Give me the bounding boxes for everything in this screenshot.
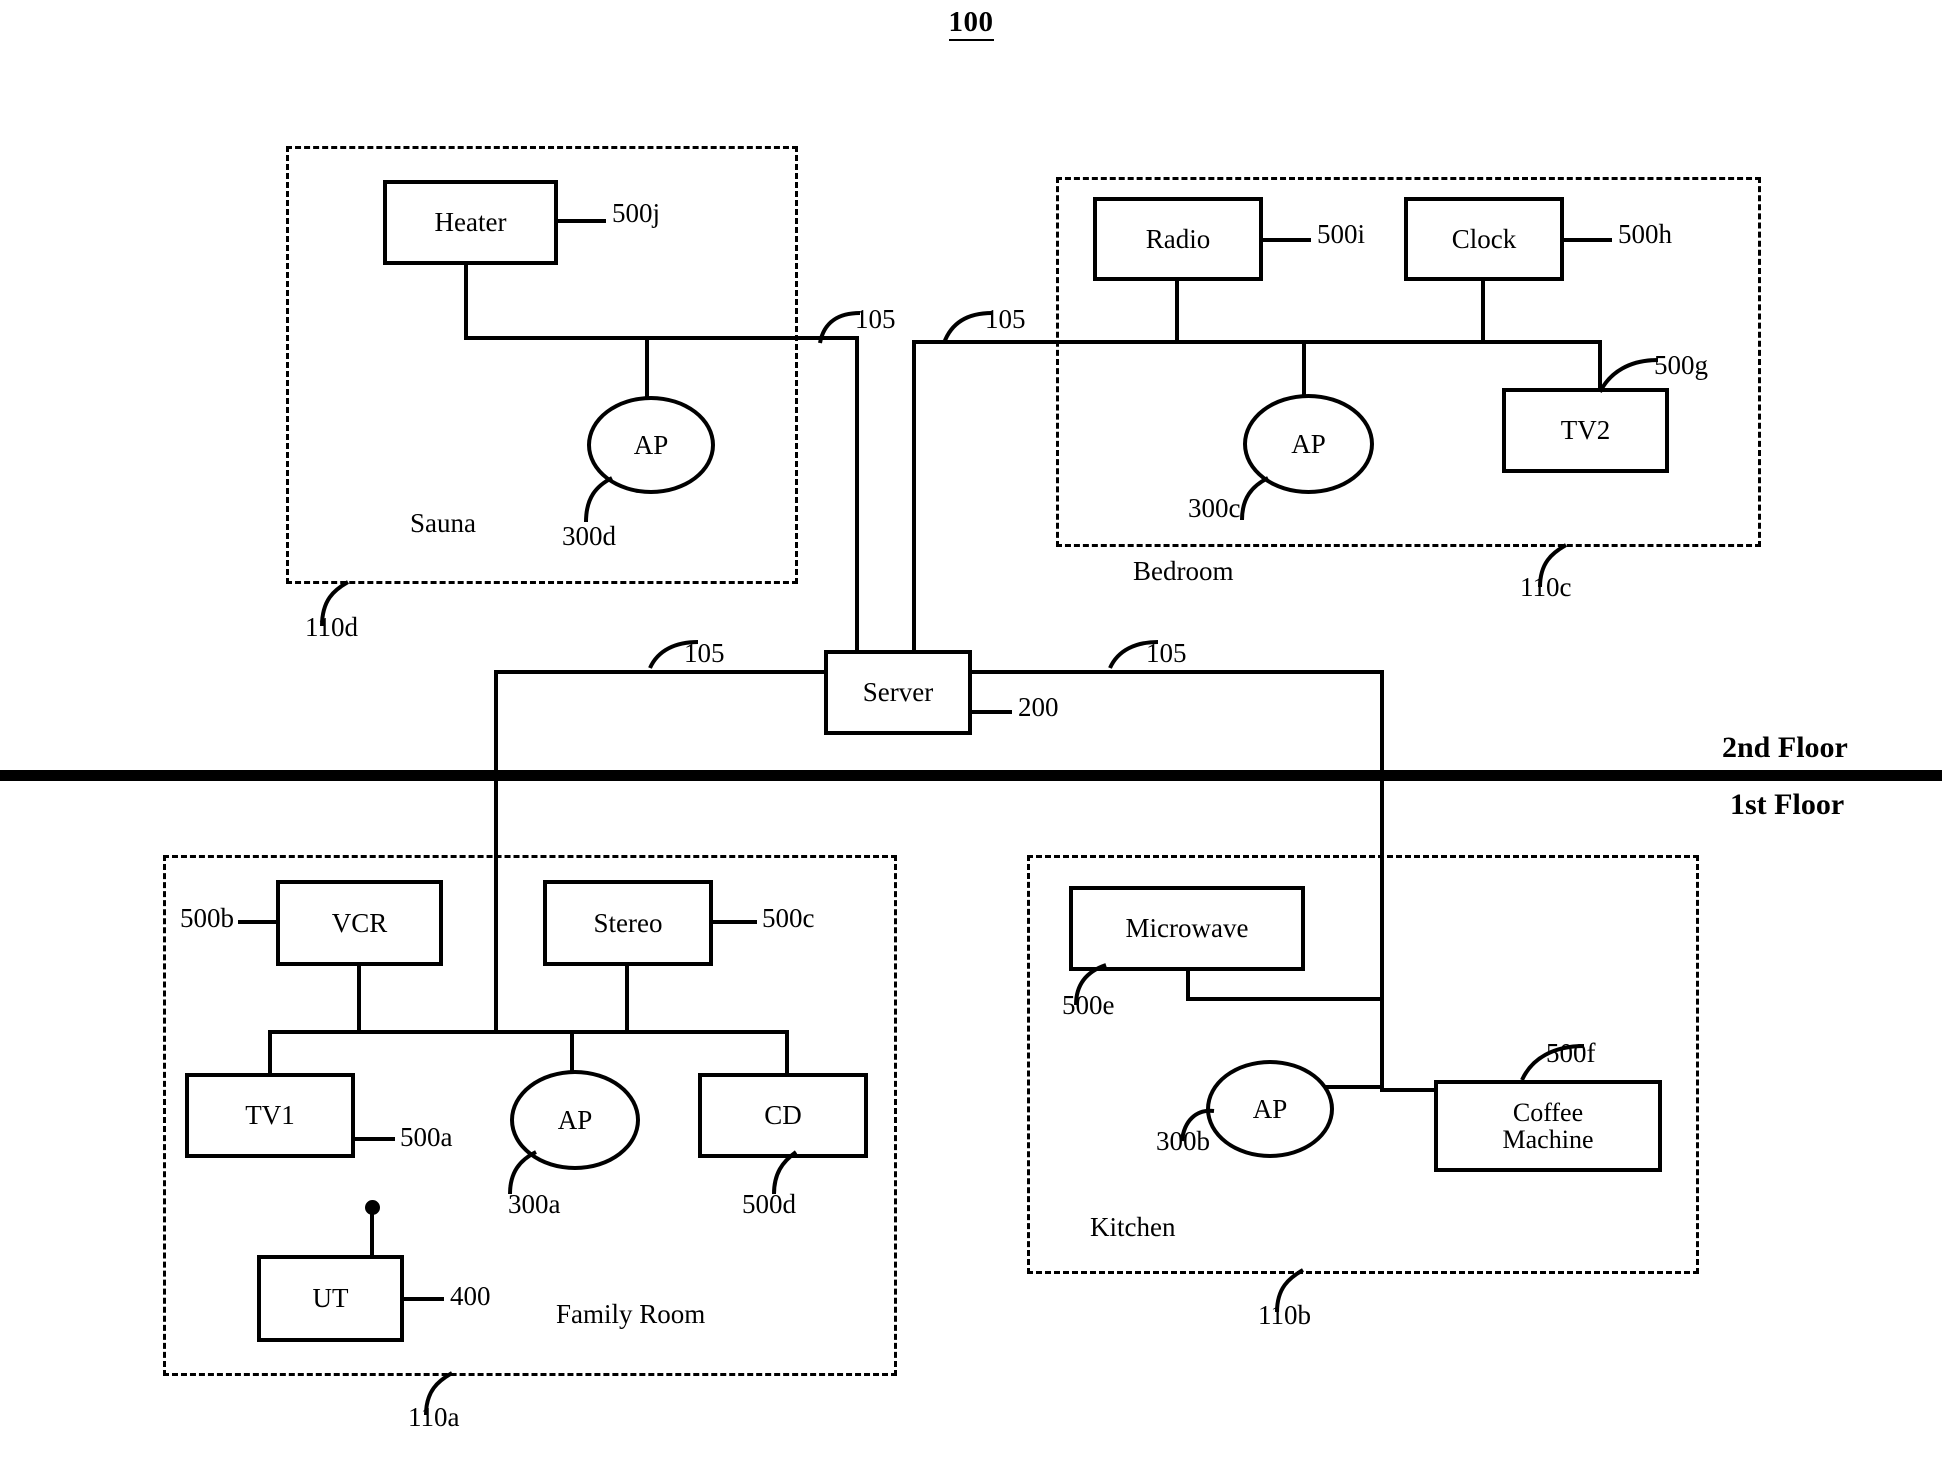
device-tv2-label: TV2 [1560, 415, 1611, 446]
wire-sauna-ap-stem [645, 336, 649, 399]
patent-figure-canvas: 100 Heater 500j AP 300d Sauna 110d Radio… [0, 0, 1942, 1467]
server-label: Server [862, 677, 934, 708]
curve-300c [1240, 476, 1269, 521]
wire-bedroom-ap-stem [1302, 340, 1306, 398]
leader-clock-ref [1564, 238, 1612, 242]
leader-vcr-ref [238, 920, 278, 924]
leader-tv1-ref [355, 1137, 395, 1141]
wire-kitchen-ap-link [1322, 1085, 1384, 1089]
wire-sauna-bus [464, 336, 859, 340]
figure-number: 100 [0, 6, 1942, 41]
device-vcr[interactable]: VCR [276, 880, 443, 966]
ref-200: 200 [1018, 692, 1059, 722]
wire-kitchen-riser [1380, 670, 1384, 1091]
device-tv1[interactable]: TV1 [185, 1073, 355, 1158]
device-coffee-machine[interactable]: Coffee Machine [1434, 1080, 1662, 1172]
access-point-family-label: AP [557, 1104, 593, 1135]
wire-clock-stem [1481, 280, 1485, 342]
ref-500g: 500g [1654, 350, 1708, 380]
room-label-family: Family Room [556, 1299, 706, 1329]
ref-300b: 300b [1156, 1126, 1210, 1156]
access-point-sauna-label: AP [633, 429, 669, 460]
device-heater[interactable]: Heater [383, 180, 558, 265]
room-label-sauna: Sauna [410, 508, 476, 538]
ref-500j: 500j [612, 198, 661, 228]
device-coffee-machine-label-line2: Machine [1502, 1125, 1594, 1154]
ref-105-kitchen: 105 [1146, 638, 1187, 668]
access-point-kitchen-label: AP [1252, 1093, 1288, 1124]
wire-family-bus [268, 1030, 789, 1034]
wire-family-riser [494, 670, 498, 1030]
wire-bedroom-bus [912, 340, 1602, 344]
access-point-bedroom-label: AP [1291, 428, 1326, 459]
ref-500c: 500c [762, 903, 815, 933]
floor-label-2nd: 2nd Floor [1722, 731, 1848, 764]
wire-heater-stem [464, 264, 468, 338]
wire-sauna-riser [855, 336, 859, 652]
wire-bedroom-riser [912, 340, 916, 652]
device-ut-label: UT [312, 1283, 349, 1314]
server-box[interactable]: Server [824, 650, 972, 735]
device-cd[interactable]: CD [698, 1073, 868, 1158]
device-radio[interactable]: Radio [1093, 197, 1263, 281]
ref-400: 400 [450, 1281, 491, 1311]
wire-family-ap-stem [570, 1030, 574, 1073]
figure-number-text: 100 [948, 6, 994, 41]
ref-110b: 110b [1258, 1300, 1311, 1330]
device-ut[interactable]: UT [257, 1255, 404, 1342]
ref-110c: 110c [1520, 572, 1572, 602]
leader-heater-ref [558, 219, 606, 223]
leader-ut-ref [404, 1297, 444, 1301]
device-microwave[interactable]: Microwave [1069, 886, 1305, 971]
room-label-bedroom: Bedroom [1133, 556, 1234, 586]
ref-105-sauna: 105 [855, 304, 896, 334]
device-clock[interactable]: Clock [1404, 197, 1564, 281]
leader-server-ref [972, 710, 1012, 714]
ref-110a: 110a [408, 1402, 460, 1432]
leader-stereo-ref [713, 920, 757, 924]
wire-cd-stem [785, 1030, 789, 1075]
device-radio-label: Radio [1145, 223, 1211, 254]
device-vcr-label: VCR [331, 907, 388, 938]
ref-500a: 500a [400, 1122, 453, 1152]
ref-500f: 500f [1546, 1038, 1596, 1068]
ref-500e: 500e [1062, 990, 1115, 1020]
floor-divider-line [0, 770, 1942, 781]
wire-tv1-stem [268, 1030, 272, 1075]
ref-300a: 300a [508, 1189, 561, 1219]
ref-500i: 500i [1317, 219, 1366, 249]
ref-300d: 300d [562, 521, 616, 551]
wire-coffee-link [1380, 1088, 1440, 1092]
ref-500d: 500d [742, 1189, 796, 1219]
device-tv2[interactable]: TV2 [1502, 388, 1669, 473]
wire-microwave-elbow [1186, 997, 1384, 1001]
ref-105-family: 105 [684, 638, 725, 668]
device-tv1-label: TV1 [245, 1100, 295, 1131]
device-heater-label: Heater [434, 207, 507, 238]
wire-microwave-stem [1186, 969, 1190, 1000]
device-cd-label: CD [764, 1100, 802, 1131]
ref-110d: 110d [305, 612, 358, 642]
device-microwave-label: Microwave [1125, 913, 1249, 944]
device-clock-label: Clock [1451, 223, 1517, 254]
leader-radio-ref [1263, 238, 1311, 242]
wire-backbone-right [970, 670, 1384, 674]
wire-radio-stem [1175, 280, 1179, 342]
ref-105-bedroom: 105 [985, 304, 1026, 334]
ref-500b: 500b [180, 903, 234, 933]
device-stereo[interactable]: Stereo [543, 880, 713, 966]
ref-500h: 500h [1618, 219, 1672, 249]
room-label-kitchen: Kitchen [1090, 1212, 1176, 1242]
wire-stereo-stem [625, 965, 629, 1032]
ref-300c: 300c [1188, 493, 1241, 523]
device-stereo-label: Stereo [593, 907, 663, 938]
floor-label-1st: 1st Floor [1730, 788, 1845, 821]
wire-vcr-stem [357, 965, 361, 1032]
device-coffee-machine-label-line1: Coffee [1512, 1097, 1584, 1127]
